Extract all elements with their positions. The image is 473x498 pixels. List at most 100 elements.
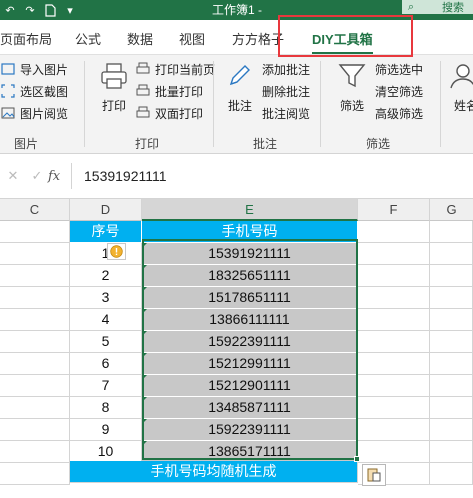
phone-cell[interactable]: 15212901111 xyxy=(142,375,358,397)
table-header-seq[interactable]: 序号 xyxy=(70,221,142,243)
empty-cell[interactable] xyxy=(430,375,473,397)
seq-cell[interactable]: 10 xyxy=(70,441,142,463)
phone-cell[interactable]: 15178651111 xyxy=(142,287,358,309)
empty-cell[interactable] xyxy=(430,353,473,375)
phone-cell[interactable]: 15922391111 xyxy=(142,419,358,441)
picture-preview-button[interactable]: 图片阅览 xyxy=(0,103,68,123)
column-header-e[interactable]: E xyxy=(142,199,358,221)
empty-cell[interactable] xyxy=(358,287,430,309)
empty-cell[interactable] xyxy=(358,243,430,265)
redo-icon[interactable]: ↷ xyxy=(20,0,40,20)
empty-cell[interactable] xyxy=(0,419,70,441)
empty-cell[interactable] xyxy=(0,243,70,265)
column-header-c[interactable]: C xyxy=(0,199,70,221)
seq-cell[interactable]: 6 xyxy=(70,353,142,375)
tab-data[interactable]: 数据 xyxy=(127,29,153,48)
empty-cell[interactable] xyxy=(430,309,473,331)
empty-cell[interactable] xyxy=(358,353,430,375)
filter-big-button[interactable]: 筛选 xyxy=(333,59,371,114)
insert-function-button[interactable]: fx xyxy=(48,169,60,184)
empty-cell[interactable] xyxy=(430,331,473,353)
seq-cell[interactable]: 7 xyxy=(70,375,142,397)
tab-view[interactable]: 视图 xyxy=(179,29,205,48)
batch-print-button[interactable]: 批量打印 xyxy=(135,81,203,101)
empty-cell[interactable] xyxy=(358,221,430,243)
seq-cell[interactable]: 8 xyxy=(70,397,142,419)
comment-preview-button[interactable]: 批注阅览 xyxy=(262,103,310,123)
seq-cell[interactable]: 5 xyxy=(70,331,142,353)
phone-cell[interactable]: 15922391111 xyxy=(142,331,358,353)
name-big-button[interactable]: 姓名 xyxy=(446,59,473,114)
empty-cell[interactable] xyxy=(0,353,70,375)
number-as-text-indicator xyxy=(142,331,147,336)
empty-cell[interactable] xyxy=(358,265,430,287)
empty-cell[interactable] xyxy=(430,397,473,419)
print-big-button[interactable]: 打印 xyxy=(95,59,133,114)
column-header-f[interactable]: F xyxy=(358,199,430,221)
empty-cell[interactable] xyxy=(0,221,70,243)
empty-cell[interactable] xyxy=(0,309,70,331)
filter-selected-button[interactable]: 筛选选中 xyxy=(375,59,423,79)
column-header-g[interactable]: G xyxy=(430,199,473,221)
empty-cell[interactable] xyxy=(430,441,473,463)
table-header-phone[interactable]: 手机号码 xyxy=(142,221,358,243)
table-footer-note[interactable]: 手机号码均随机生成 xyxy=(70,461,358,483)
file-icon[interactable] xyxy=(40,0,60,20)
comment-big-button[interactable]: 批注 xyxy=(221,59,259,114)
empty-cell[interactable] xyxy=(430,419,473,441)
empty-cell[interactable] xyxy=(0,397,70,419)
clear-filter-button[interactable]: 清空筛选 xyxy=(375,81,423,101)
seq-cell[interactable]: 2 xyxy=(70,265,142,287)
empty-cell[interactable] xyxy=(430,221,473,243)
empty-cell[interactable] xyxy=(0,441,70,463)
paste-options-icon[interactable] xyxy=(362,464,386,486)
number-as-text-indicator xyxy=(142,353,147,358)
empty-cell[interactable] xyxy=(430,287,473,309)
phone-cell[interactable]: 13485871111 xyxy=(142,397,358,419)
empty-cell[interactable] xyxy=(0,265,70,287)
empty-cell[interactable] xyxy=(430,463,473,485)
region-screenshot-button[interactable]: 选区截图 xyxy=(0,81,68,101)
empty-cell[interactable] xyxy=(0,287,70,309)
empty-cell[interactable] xyxy=(358,397,430,419)
tab-diy-toolbox[interactable]: DIY工具箱 xyxy=(312,29,373,54)
cancel-icon[interactable]: ✕ xyxy=(0,168,26,184)
formula-input[interactable]: 15391921111 xyxy=(71,163,473,189)
seq-cell[interactable]: 9 xyxy=(70,419,142,441)
phone-cell[interactable]: 15391921111 xyxy=(142,243,358,265)
import-picture-button[interactable]: 导入图片 xyxy=(0,59,68,79)
phone-cell[interactable]: 15212991111 xyxy=(142,353,358,375)
empty-cell[interactable] xyxy=(358,375,430,397)
empty-cell[interactable] xyxy=(430,243,473,265)
seq-cell[interactable]: 3 xyxy=(70,287,142,309)
empty-cell[interactable] xyxy=(430,265,473,287)
empty-cell[interactable] xyxy=(0,331,70,353)
add-comment-button[interactable]: 添加批注 xyxy=(262,59,310,79)
empty-cell[interactable] xyxy=(0,463,70,485)
tab-page-layout[interactable]: 页面布局 xyxy=(0,29,52,48)
undo-icon[interactable]: ↶ xyxy=(0,0,20,20)
advanced-filter-button[interactable]: 高级筛选 xyxy=(375,103,423,123)
phone-cell[interactable]: 18325651111 xyxy=(142,265,358,287)
delete-comment-button[interactable]: 删除批注 xyxy=(262,81,310,101)
fill-handle[interactable] xyxy=(354,456,360,462)
empty-cell[interactable] xyxy=(358,419,430,441)
error-warning-icon[interactable] xyxy=(107,243,126,260)
seq-cell[interactable]: 1 xyxy=(70,243,142,265)
phone-cell[interactable]: 13865171111 xyxy=(142,441,358,463)
number-as-text-indicator xyxy=(142,243,147,248)
tab-formulas[interactable]: 公式 xyxy=(75,29,101,48)
search-box[interactable]: ⌕ 搜索 xyxy=(402,0,473,14)
duplex-print-button[interactable]: 双面打印 xyxy=(135,103,203,123)
empty-cell[interactable] xyxy=(358,331,430,353)
seq-cell[interactable]: 4 xyxy=(70,309,142,331)
empty-cell[interactable] xyxy=(0,375,70,397)
column-header-d[interactable]: D xyxy=(70,199,142,221)
empty-cell[interactable] xyxy=(358,441,430,463)
phone-cell[interactable]: 13866111111 xyxy=(142,309,358,331)
tab-fangfang[interactable]: 方方格子 xyxy=(232,29,284,48)
print-current-page-button[interactable]: 打印当前页 xyxy=(135,59,215,79)
empty-cell[interactable] xyxy=(358,309,430,331)
quick-access-dropdown-icon[interactable]: ▾ xyxy=(60,0,80,20)
check-icon[interactable]: ✓ xyxy=(26,168,48,184)
